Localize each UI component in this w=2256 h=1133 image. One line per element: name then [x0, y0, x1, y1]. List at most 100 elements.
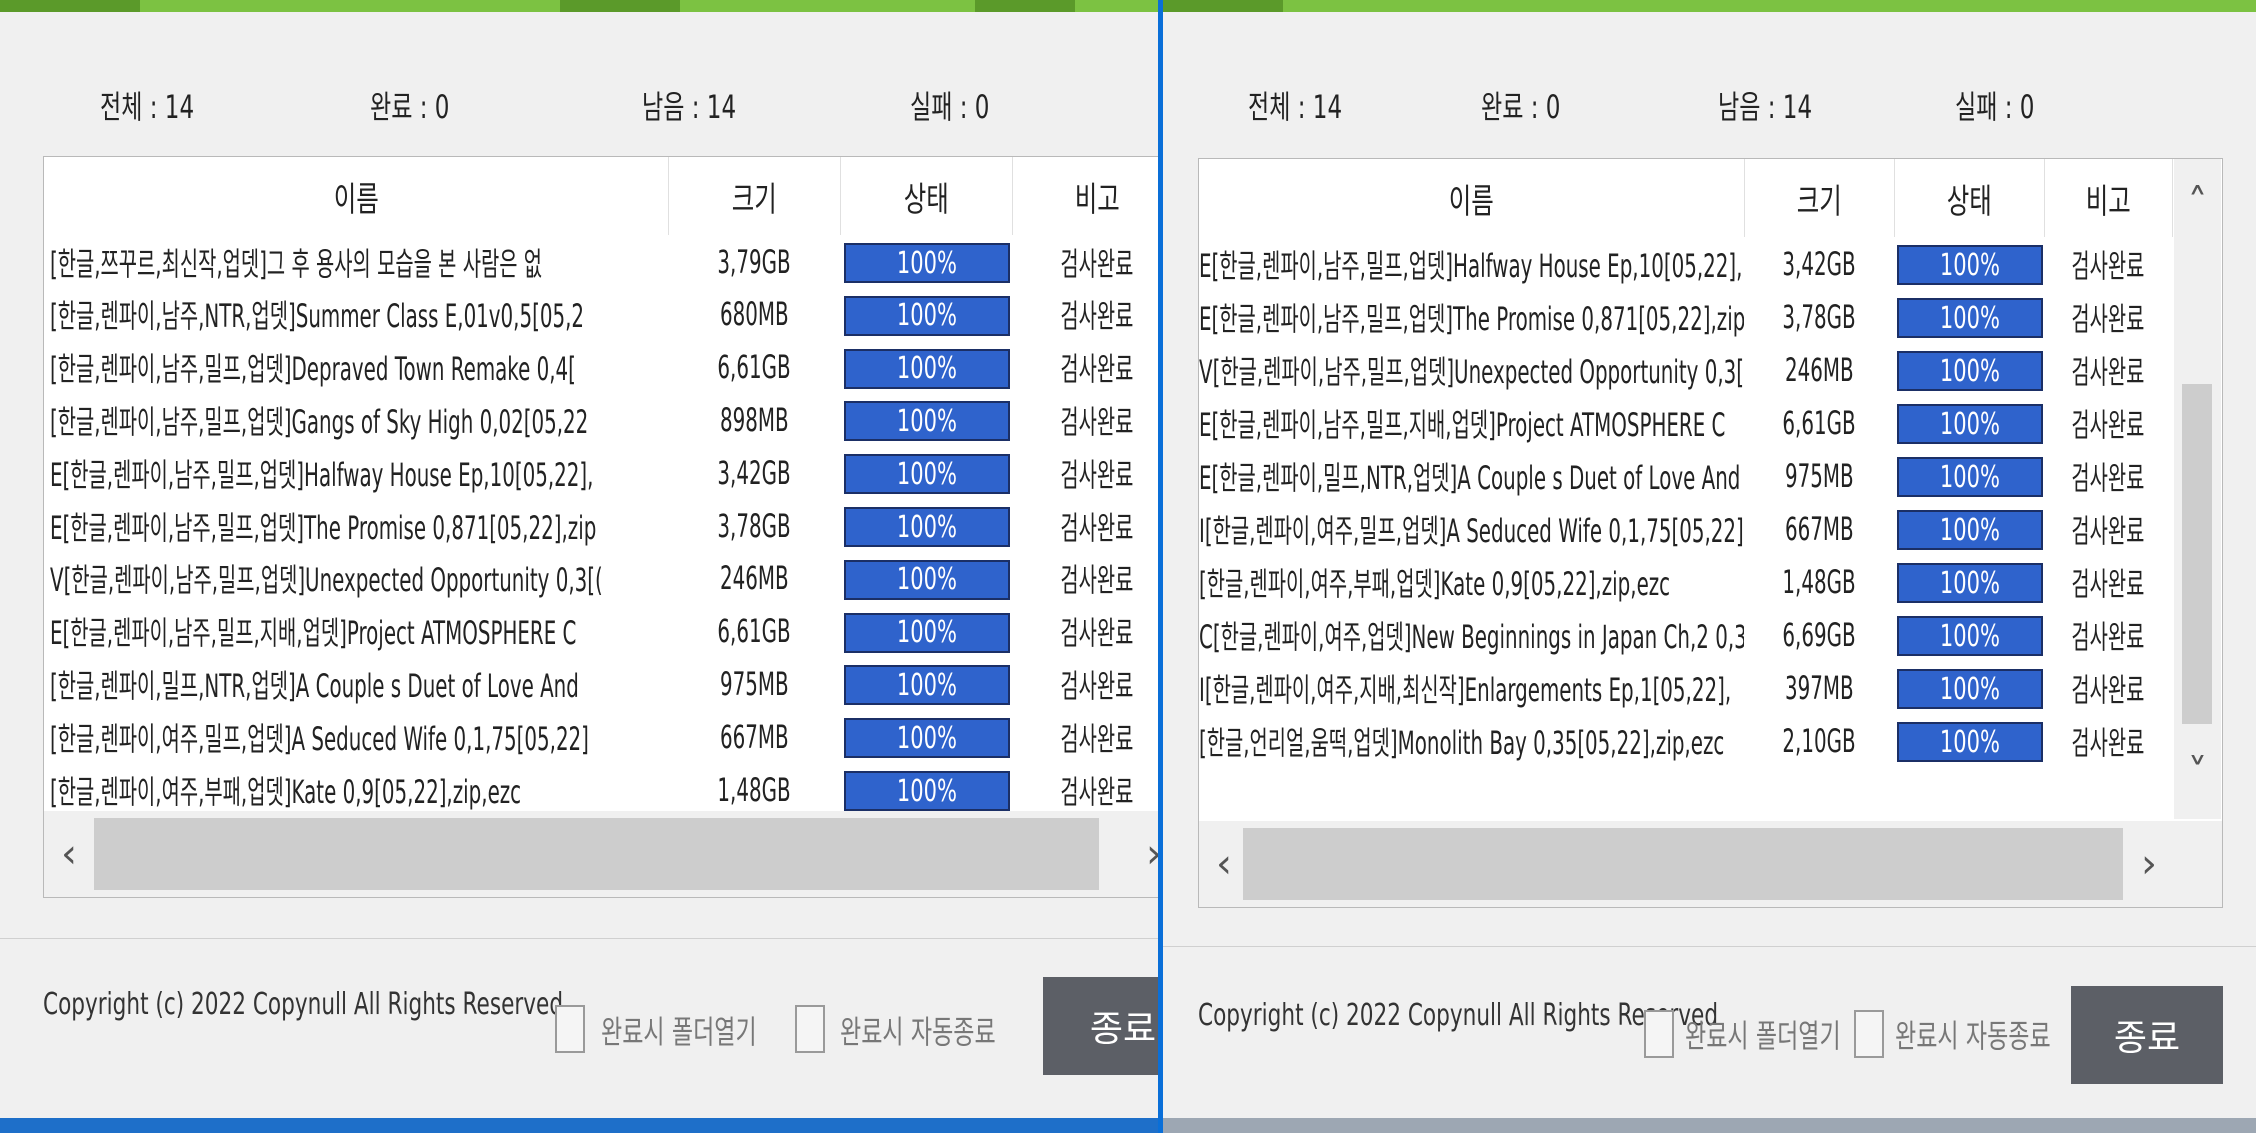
copyright-text: Copyright (c) 2022 Copynull All Rights R… [43, 987, 564, 1022]
table-row[interactable]: E[한글,렌파이,밀프,NTR,업뎃]A Couple s Duet of Lo… [1199, 449, 2174, 502]
chevron-left-icon[interactable]: ‹ [1199, 821, 1249, 907]
table-row[interactable]: [한글,렌파이,남주,밀프,업뎃]Gangs of Sky High 0,02[… [44, 393, 1158, 446]
table-row[interactable]: V[한글,렌파이,남주,밀프,업뎃]Unexpected Opportunity… [44, 552, 1158, 605]
file-size-cell: 397MB [1784, 668, 1854, 707]
progress-bar: 100% [1897, 245, 2043, 285]
footer-divider [0, 938, 1158, 939]
open-folder-checkbox[interactable] [1644, 1010, 1674, 1058]
file-size-cell: 6,61GB [717, 612, 791, 651]
auto-exit-label[interactable]: 완료시 자동종료 [840, 1007, 996, 1053]
note-cell: 검사완료 [1060, 666, 1134, 705]
progress-bar: 100% [1897, 404, 2043, 444]
table-row[interactable]: C[한글,렌파이,여주,업뎃]New Beginnings in Japan C… [1199, 608, 2174, 661]
column-header-name[interactable]: 이름 [1199, 159, 1745, 237]
table-row[interactable]: E[한글,렌파이,남주,밀프,업뎃]Halfway House Ep,10[05… [44, 446, 1158, 499]
file-size-cell: 6,61GB [717, 348, 791, 387]
column-header-size[interactable]: 크기 [668, 157, 841, 235]
progress-bar: 100% [844, 665, 1010, 706]
note-cell: 검사완료 [2071, 564, 2145, 603]
auto-exit-checkbox[interactable] [1854, 1010, 1884, 1058]
auto-exit-checkbox[interactable] [795, 1005, 825, 1053]
progress-bar: 100% [1897, 510, 2043, 550]
file-list-grid[interactable]: 이름 크기 상태 비고 E[한글,렌파이,남주,밀프,업뎃]Halfway Ho… [1198, 158, 2223, 908]
table-row[interactable]: E[한글,렌파이,남주,밀프,지배,업뎃]Project ATMOSPHERE … [44, 605, 1158, 658]
file-name-cell: [한글,언리얼,움떡,업뎃]Monolith Bay 0,35[05,22],z… [1199, 723, 1725, 762]
chevron-up-icon[interactable]: ˄ [2174, 179, 2221, 229]
column-header-size[interactable]: 크기 [1744, 159, 1895, 237]
scrollbar-thumb[interactable] [94, 818, 1099, 890]
table-row[interactable]: E[한글,렌파이,남주,밀프,지배,업뎃]Project ATMOSPHERE … [1199, 396, 2174, 449]
table-row[interactable]: E[한글,렌파이,남주,밀프,업뎃]The Promise 0,871[05,2… [44, 499, 1158, 552]
chevron-right-icon[interactable]: › [2124, 821, 2174, 907]
table-row[interactable]: [한글,언리얼,움떡,업뎃]Monolith Bay 0,35[05,22],z… [1199, 714, 2174, 767]
taskbar-strip [1163, 1118, 2256, 1133]
auto-exit-label[interactable]: 완료시 자동종료 [1895, 1011, 2051, 1057]
table-row[interactable]: E[한글,렌파이,남주,밀프,업뎃]The Promise 0,871[05,2… [1199, 290, 2174, 343]
progress-bar: 100% [844, 454, 1010, 495]
table-row[interactable]: [한글,쯔꾸르,최신작,업뎃]그 후 용사의 모습을 본 사람은 없 3,79GB… [44, 235, 1158, 288]
note-cell: 검사완료 [2071, 405, 2145, 444]
column-header-status[interactable]: 상태 [1894, 159, 2045, 237]
file-name-cell: [한글,렌파이,남주,밀프,업뎃]Gangs of Sky High 0,02[… [50, 402, 589, 441]
column-header-note[interactable]: 비고 [1012, 157, 1158, 235]
file-size-cell: 3,78GB [1782, 297, 1856, 336]
open-folder-label[interactable]: 완료시 폴더열기 [1685, 1011, 1841, 1057]
chevron-right-icon[interactable]: › [1129, 811, 1158, 897]
table-row[interactable]: [한글,렌파이,여주,부패,업뎃]Kate 0,9[05,22],zip,ezc… [1199, 555, 2174, 608]
note-cell: 검사완료 [1060, 402, 1134, 441]
stat-done: 완료 : 0 [1481, 88, 1561, 126]
horizontal-scrollbar[interactable]: ‹ › [44, 811, 1158, 897]
open-folder-label[interactable]: 완료시 폴더열기 [601, 1007, 757, 1053]
file-list-grid[interactable]: 이름 크기 상태 비고 [한글,쯔꾸르,최신작,업뎃]그 후 용사의 모습을 본… [43, 156, 1158, 898]
note-cell: 검사완료 [2071, 352, 2145, 391]
file-size-cell: 1,48GB [717, 770, 791, 809]
note-cell: 검사완료 [2071, 617, 2145, 656]
table-row[interactable]: E[한글,렌파이,남주,밀프,업뎃]Halfway House Ep,10[05… [1199, 237, 2174, 290]
note-cell: 검사완료 [2071, 246, 2145, 285]
stat-done: 완료 : 0 [370, 88, 450, 126]
file-name-cell: E[한글,렌파이,남주,밀프,업뎃]The Promise 0,871[05,2… [50, 508, 597, 547]
table-row[interactable]: [한글,렌파이,남주,NTR,업뎃]Summer Class E,01v0,5[… [44, 288, 1158, 341]
horizontal-scrollbar[interactable]: ‹ › [1199, 821, 2222, 907]
progress-bar: 100% [844, 243, 1010, 283]
table-row[interactable]: I[한글,렌파이,여주,지배,최신작]Enlargements Ep,1[05,… [1199, 661, 2174, 714]
table-row[interactable]: [한글,렌파이,남주,밀프,업뎃]Depraved Town Remake 0,… [44, 341, 1158, 394]
stat-remaining: 남음 : 14 [642, 88, 737, 126]
file-size-cell: 975MB [719, 664, 789, 703]
close-button[interactable]: 종료 [1043, 977, 1158, 1075]
progress-bar: 100% [844, 348, 1010, 389]
table-row[interactable]: I[한글,렌파이,여주,밀프,업뎃]A Seduced Wife 0,1,75[… [1199, 502, 2174, 555]
progress-bar: 100% [844, 401, 1010, 442]
open-folder-checkbox[interactable] [555, 1005, 585, 1053]
column-header-status[interactable]: 상태 [840, 157, 1013, 235]
file-name-cell: [한글,쯔꾸르,최신작,업뎃]그 후 용사의 모습을 본 사람은 없 [50, 244, 543, 283]
note-cell: 검사완료 [2071, 670, 2145, 709]
table-row[interactable]: [한글,렌파이,여주,밀프,업뎃]A Seduced Wife 0,1,75[0… [44, 710, 1158, 763]
table-row[interactable]: V[한글,렌파이,남주,밀프,업뎃]Unexpected Opportunity… [1199, 343, 2174, 396]
column-header-note[interactable]: 비고 [2044, 159, 2173, 237]
note-cell: 검사완료 [1060, 244, 1134, 283]
file-name-cell: [한글,렌파이,남주,NTR,업뎃]Summer Class E,01v0,5[… [50, 297, 585, 336]
column-header-name[interactable]: 이름 [44, 157, 669, 235]
progress-bar: 100% [844, 771, 1010, 811]
note-cell: 검사완료 [1060, 508, 1134, 547]
table-row[interactable]: [한글,렌파이,밀프,NTR,업뎃]A Couple s Duet of Lov… [44, 657, 1158, 710]
footer-divider [1163, 946, 2256, 947]
grid-header: 이름 크기 상태 비고 [44, 157, 1158, 235]
note-cell: 검사완료 [1060, 772, 1134, 811]
file-name-cell: I[한글,렌파이,여주,지배,최신작]Enlargements Ep,1[05,… [1199, 670, 1732, 709]
scrollbar-thumb[interactable] [1243, 828, 2123, 900]
grid-header: 이름 크기 상태 비고 [1199, 159, 2222, 237]
table-row[interactable]: [한글,렌파이,여주,부패,업뎃]Kate 0,9[05,22],zip,ezc… [44, 763, 1158, 816]
chevron-left-icon[interactable]: ‹ [44, 811, 94, 897]
file-name-cell: C[한글,렌파이,여주,업뎃]New Beginnings in Japan C… [1199, 617, 1744, 656]
chevron-down-icon[interactable]: ˅ [2174, 749, 2221, 799]
vertical-scrollbar[interactable]: ˄ ˅ [2174, 159, 2221, 819]
close-button[interactable]: 종료 [2071, 986, 2223, 1084]
scrollbar-thumb[interactable] [2182, 384, 2212, 724]
stat-remaining: 남음 : 14 [1718, 88, 1813, 126]
file-size-cell: 898MB [719, 400, 789, 439]
file-name-cell: [한글,렌파이,여주,부패,업뎃]Kate 0,9[05,22],zip,ezc [50, 772, 522, 811]
file-name-cell: [한글,렌파이,여주,부패,업뎃]Kate 0,9[05,22],zip,ezc [1199, 564, 1671, 603]
file-size-cell: 6,69GB [1782, 615, 1856, 654]
